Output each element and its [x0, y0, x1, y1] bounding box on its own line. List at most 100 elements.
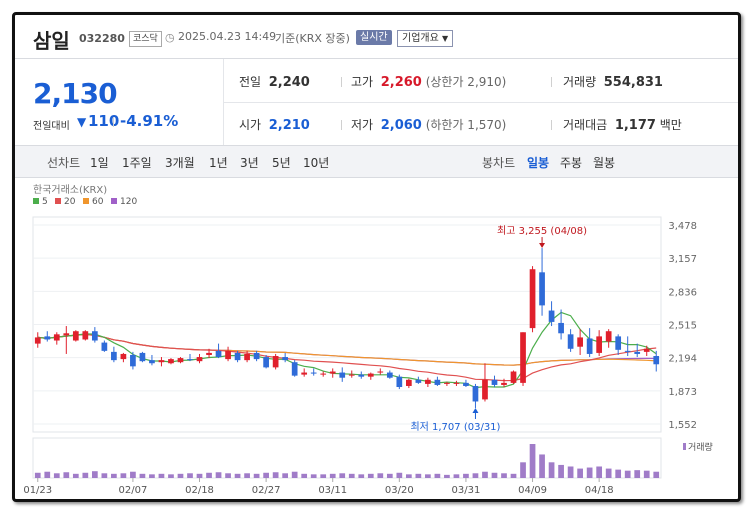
high-value: 2,260 [380, 75, 422, 90]
candle-body [177, 358, 184, 363]
change-percent: -4.91% [120, 112, 179, 130]
header-bar: 삼일 032280 코스닥 ◷ 2025.04.23 14:49 기준(KRX … [15, 15, 738, 59]
open-label: 시가 [239, 118, 262, 132]
legend-label-60: 60 [92, 197, 104, 207]
company-overview-dropdown[interactable]: 기업개요 ▼ [397, 30, 454, 47]
volume-bar [405, 474, 412, 478]
candle-body [34, 337, 41, 344]
tab-3months[interactable]: 3개월 [165, 154, 195, 171]
volume-legend-label: 거래량 [688, 441, 713, 453]
volume-bar [82, 472, 89, 478]
x-tick-label: 02/18 [185, 485, 214, 496]
candle-body [111, 351, 117, 361]
candle-body [425, 379, 431, 384]
volume-bar [501, 473, 507, 478]
x-tick-label: 03/31 [452, 485, 481, 496]
volume-bar [425, 474, 431, 478]
low-price: 저가 2,060 (하한가 1,570) [351, 116, 506, 133]
volume-bar [491, 472, 498, 478]
candlestick-chart: 한국거래소(KRX)5 20 60 120 3,478 3,157 2,836 2,515 2,… [23, 184, 713, 496]
prev-close-label: 전일 [239, 75, 262, 89]
y-tick-label: 3,157 [668, 254, 697, 265]
candle-body [358, 374, 365, 377]
candle-body [577, 337, 583, 347]
volume-bar [101, 473, 108, 478]
x-tick-label: 02/07 [118, 485, 147, 496]
candle-body [482, 379, 488, 400]
tab-daily[interactable]: 일봉 [527, 154, 549, 171]
candle-body [82, 331, 89, 340]
volume-bar [510, 473, 517, 478]
tab-weekly[interactable]: 주봉 [560, 154, 582, 171]
volume-bar [120, 473, 127, 478]
candle-body [291, 362, 298, 376]
candle-body [643, 348, 650, 352]
volume-bar [444, 474, 450, 478]
volume-legend-swatch [683, 443, 686, 450]
volume-bar [348, 473, 355, 478]
candle-body [567, 334, 574, 349]
change-label: 전일대비 [33, 121, 70, 132]
volume-bar [244, 473, 250, 478]
tab-10years[interactable]: 10년 [303, 154, 329, 171]
volume-bar [339, 473, 346, 478]
tab-1day[interactable]: 1일 [90, 154, 109, 171]
x-tick-label: 04/09 [518, 485, 547, 496]
candle-body [348, 374, 355, 376]
y-tick-label: 2,836 [668, 287, 697, 298]
volume-bar [168, 474, 174, 478]
volume-bar [520, 462, 526, 478]
candle-body [225, 350, 231, 360]
candle-body [653, 356, 660, 365]
candle-body [586, 338, 593, 354]
stock-widget: 삼일 032280 코스닥 ◷ 2025.04.23 14:49 기준(KRX … [12, 12, 741, 502]
volume-bar [605, 468, 612, 478]
candle-body [529, 269, 536, 329]
volume-bar [130, 471, 136, 478]
volume-bar [272, 472, 279, 478]
turnover-label: 거래대금 [563, 118, 608, 132]
volume-bar [329, 473, 336, 478]
tab-monthly[interactable]: 월봉 [593, 154, 615, 171]
prev-close: 전일 2,240 [239, 73, 310, 90]
tab-1week[interactable]: 1주일 [122, 154, 152, 171]
volume-bar [634, 470, 641, 478]
candle-body [282, 357, 289, 361]
candle-body [386, 372, 393, 378]
tab-1year[interactable]: 1년 [209, 154, 228, 171]
candle-body [453, 382, 460, 384]
volume-bar [396, 472, 403, 478]
tab-3years[interactable]: 3년 [240, 154, 259, 171]
candle-body [624, 350, 631, 352]
y-tick-label: 1,873 [668, 387, 697, 398]
candle-body [149, 360, 155, 364]
volume-bar [624, 470, 631, 478]
volume-bar [263, 472, 269, 478]
divider [341, 77, 342, 87]
high-annotation: 최고 3,255 (04/08) [497, 225, 587, 237]
market-badge: 코스닥 [129, 31, 162, 47]
volume-bar [643, 470, 650, 478]
tab-5years[interactable]: 5년 [272, 154, 291, 171]
low-label: 저가 [351, 118, 374, 132]
candle-body [634, 351, 641, 354]
candle-body [615, 336, 622, 350]
change-amount: 110 [88, 112, 120, 130]
realtime-button[interactable]: 실시간 [356, 30, 392, 45]
candle-body [253, 352, 260, 360]
quote-summary: 2,130 전일대비 ▼ 110 -4.91% 전일 2,240 고가 2,26… [15, 59, 738, 146]
line-chart-label: 선차트 [47, 156, 81, 170]
candle-body [272, 356, 279, 368]
candle-body [539, 272, 545, 306]
volume-bar [196, 473, 203, 478]
volume: 거래량 554,831 [563, 73, 663, 90]
candle-body [520, 332, 526, 383]
high-label: 고가 [351, 75, 374, 89]
candle-body [206, 352, 212, 355]
x-tick-label: 01/23 [23, 485, 52, 496]
candle-body [168, 359, 174, 364]
company-overview-label: 기업개요 [402, 33, 439, 44]
volume-bar [482, 471, 488, 478]
volume-bar [44, 471, 51, 478]
candle-body [548, 310, 555, 322]
